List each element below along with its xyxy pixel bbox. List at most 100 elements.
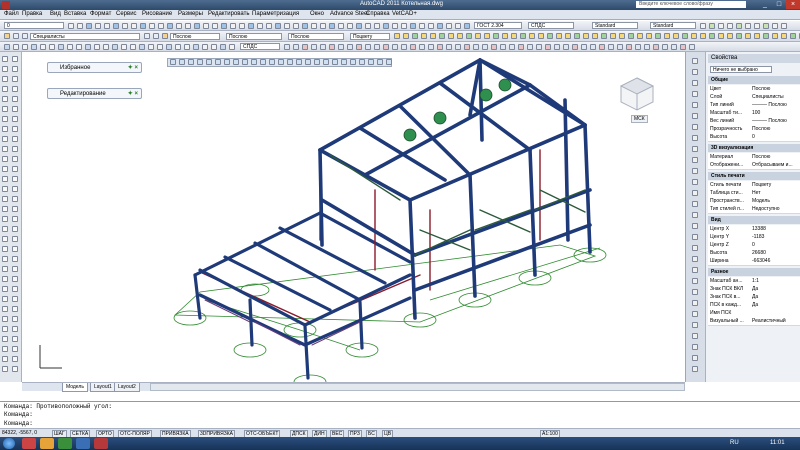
toolbar-tool-icon[interactable] xyxy=(394,33,400,39)
toolbar-tool-icon[interactable] xyxy=(211,44,217,50)
toolbar-tool-icon[interactable] xyxy=(754,23,760,29)
toolbar-tool-icon[interactable] xyxy=(383,23,389,29)
toolbar-tool-icon[interactable] xyxy=(475,33,481,39)
draw-tool-icon[interactable] xyxy=(12,116,18,122)
toolbar-tool-icon[interactable] xyxy=(583,33,589,39)
menu-item[interactable]: Правка xyxy=(22,11,42,17)
toolbar-tool-icon[interactable] xyxy=(437,44,443,50)
toolbar-tool-icon[interactable] xyxy=(518,44,524,50)
taskbar-app-icon[interactable] xyxy=(76,438,90,449)
modify-tool-icon[interactable] xyxy=(179,59,185,65)
toolbar-tool-icon[interactable] xyxy=(329,23,335,29)
draw-tool-icon[interactable] xyxy=(12,166,18,172)
toolbar-tool-icon[interactable] xyxy=(554,44,560,50)
command-line[interactable]: Команда: Противоположный угол: Команда: … xyxy=(0,401,800,428)
toolbar-tool-icon[interactable] xyxy=(772,23,778,29)
toolbar-tool-icon[interactable] xyxy=(538,33,544,39)
palette-tool-icon[interactable] xyxy=(692,168,698,174)
toolbar-tool-icon[interactable] xyxy=(446,44,452,50)
toolbar-tool-icon[interactable] xyxy=(68,23,74,29)
modify-tool-icon[interactable] xyxy=(323,59,329,65)
toolbar-tool-icon[interactable] xyxy=(31,44,37,50)
toolbar-tool-icon[interactable] xyxy=(347,44,353,50)
toolbar-tool-icon[interactable] xyxy=(412,33,418,39)
property-value[interactable]: Поцвету xyxy=(752,181,798,189)
toolbar-tool-icon[interactable] xyxy=(4,44,10,50)
draw-tool-icon[interactable] xyxy=(12,336,18,342)
toolbar-tool-icon[interactable] xyxy=(763,33,769,39)
draw-tool-icon[interactable] xyxy=(12,366,18,372)
toolbar-tool-icon[interactable] xyxy=(176,23,182,29)
palette-tool-icon[interactable] xyxy=(692,135,698,141)
toolbar-tool-icon[interactable] xyxy=(157,44,163,50)
draw-tool-icon[interactable] xyxy=(12,126,18,132)
modify-tool-icon[interactable] xyxy=(368,59,374,65)
toolbar-tool-icon[interactable] xyxy=(49,44,55,50)
palette-tool-icon[interactable] xyxy=(692,234,698,240)
toolbar-tool-icon[interactable] xyxy=(572,44,578,50)
draw-tool-icon[interactable] xyxy=(12,286,18,292)
menu-item[interactable]: Вид xyxy=(50,11,61,17)
toolbar-tool-icon[interactable] xyxy=(628,33,634,39)
palette-tool-icon[interactable] xyxy=(692,256,698,262)
palette-tool-icon[interactable] xyxy=(692,58,698,64)
palette-tool-icon[interactable] xyxy=(692,311,698,317)
toolbar-tool-icon[interactable] xyxy=(599,44,605,50)
toolbar-tool-icon[interactable] xyxy=(428,23,434,29)
toolbar-tool-icon[interactable] xyxy=(347,23,353,29)
plot-style-combo[interactable]: Поцвету xyxy=(350,33,390,40)
command-prompt[interactable]: Команда: xyxy=(4,420,33,427)
toolbar-tool-icon[interactable] xyxy=(22,44,28,50)
property-value[interactable]: 100 xyxy=(752,109,798,117)
toolbar-tool-icon[interactable] xyxy=(266,23,272,29)
draw-tool-icon[interactable] xyxy=(12,276,18,282)
property-row[interactable]: Ширина -663046 xyxy=(708,257,800,266)
toolbar-tool-icon[interactable] xyxy=(144,33,150,39)
toolbar-tool-icon[interactable] xyxy=(284,44,290,50)
palette-tool-icon[interactable] xyxy=(692,300,698,306)
layer-combo[interactable]: Специалисты xyxy=(30,33,140,40)
drawing-area[interactable]: Избранное ✦ × Редактирование ✦ × МСК xyxy=(22,52,685,382)
palette-tool-icon[interactable] xyxy=(692,333,698,339)
toolbar-tool-icon[interactable] xyxy=(356,44,362,50)
toolbar-tool-icon[interactable] xyxy=(700,33,706,39)
toolbar-tool-icon[interactable] xyxy=(104,23,110,29)
toolbar-tool-icon[interactable] xyxy=(103,44,109,50)
toolbar-tool-icon[interactable] xyxy=(184,44,190,50)
toolbar-tool-icon[interactable] xyxy=(727,33,733,39)
draw-tool-icon[interactable] xyxy=(12,236,18,242)
toolbar-tool-icon[interactable] xyxy=(311,44,317,50)
toolbar-tool-icon[interactable] xyxy=(473,44,479,50)
menu-item[interactable]: Файл xyxy=(4,11,19,17)
palette-tool-icon[interactable] xyxy=(692,278,698,284)
toolbar-tool-icon[interactable] xyxy=(574,33,580,39)
modify-tool-icon[interactable] xyxy=(278,59,284,65)
modify-tool-icon[interactable] xyxy=(260,59,266,65)
draw-tool-icon[interactable] xyxy=(2,156,8,162)
draw-tool-icon[interactable] xyxy=(2,66,8,72)
toolbar-tool-icon[interactable] xyxy=(500,44,506,50)
modify-tool-icon[interactable] xyxy=(206,59,212,65)
toolbar-tool-icon[interactable] xyxy=(320,23,326,29)
toolbar-tool-icon[interactable] xyxy=(229,44,235,50)
toolbar-tool-icon[interactable] xyxy=(763,23,769,29)
draw-tool-icon[interactable] xyxy=(12,96,18,102)
modify-tool-icon[interactable] xyxy=(251,59,257,65)
toolbar-tool-icon[interactable] xyxy=(374,44,380,50)
property-value[interactable]: Нет xyxy=(752,189,798,197)
draw-tool-icon[interactable] xyxy=(12,76,18,82)
draw-tool-icon[interactable] xyxy=(2,176,8,182)
property-value[interactable]: Отбрасываем и... xyxy=(752,161,798,169)
draw-tool-icon[interactable] xyxy=(2,266,8,272)
palette-tool-icon[interactable] xyxy=(692,146,698,152)
draw-tool-icon[interactable] xyxy=(2,76,8,82)
draw-tool-icon[interactable] xyxy=(2,126,8,132)
toolbar-tool-icon[interactable] xyxy=(175,44,181,50)
toolbar-tool-icon[interactable] xyxy=(410,44,416,50)
draw-tool-icon[interactable] xyxy=(2,286,8,292)
draw-tool-icon[interactable] xyxy=(12,306,18,312)
modify-tool-icon[interactable] xyxy=(386,59,392,65)
draw-tool-icon[interactable] xyxy=(2,166,8,172)
taskbar-app-icon[interactable] xyxy=(94,438,108,449)
property-value[interactable]: Послою xyxy=(752,85,798,93)
